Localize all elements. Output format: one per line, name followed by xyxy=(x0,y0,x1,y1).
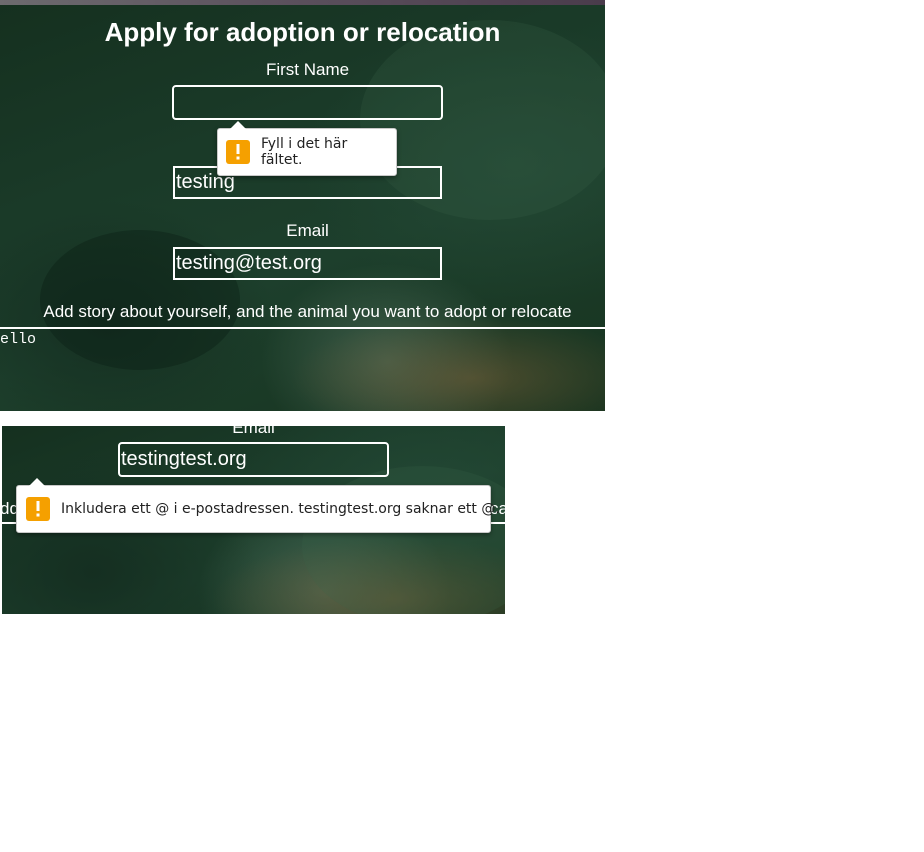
required-field-tooltip: Fyll i det här fältet. xyxy=(217,121,397,176)
page-title: Apply for adoption or relocation xyxy=(104,17,501,47)
adoption-form-panel: Apply for adoption or relocation First N… xyxy=(0,0,605,411)
warning-icon xyxy=(226,140,250,164)
email-validation-panel: Email dd ca Inkludera ett @ i e-postadre… xyxy=(2,426,505,614)
story-label: Add story about yourself, and the animal… xyxy=(43,302,572,321)
email-input[interactable] xyxy=(173,247,442,280)
tooltip-text: Fyll i det här fältet. xyxy=(261,136,348,168)
email-label: Email xyxy=(286,221,329,240)
tooltip-text: Inkludera ett @ i e-postadressen. testin… xyxy=(61,501,500,517)
story-text: ello xyxy=(0,331,37,348)
first-name-label: First Name xyxy=(265,60,350,79)
email-label: Email xyxy=(232,426,275,437)
story-textarea[interactable] xyxy=(2,522,505,614)
email-validation-tooltip: Inkludera ett @ i e-postadressen. testin… xyxy=(16,478,500,533)
window-top-bar xyxy=(0,0,605,5)
email-input[interactable] xyxy=(118,442,389,477)
first-name-input[interactable] xyxy=(172,85,443,120)
warning-icon xyxy=(26,497,50,521)
story-textarea[interactable] xyxy=(0,327,605,411)
